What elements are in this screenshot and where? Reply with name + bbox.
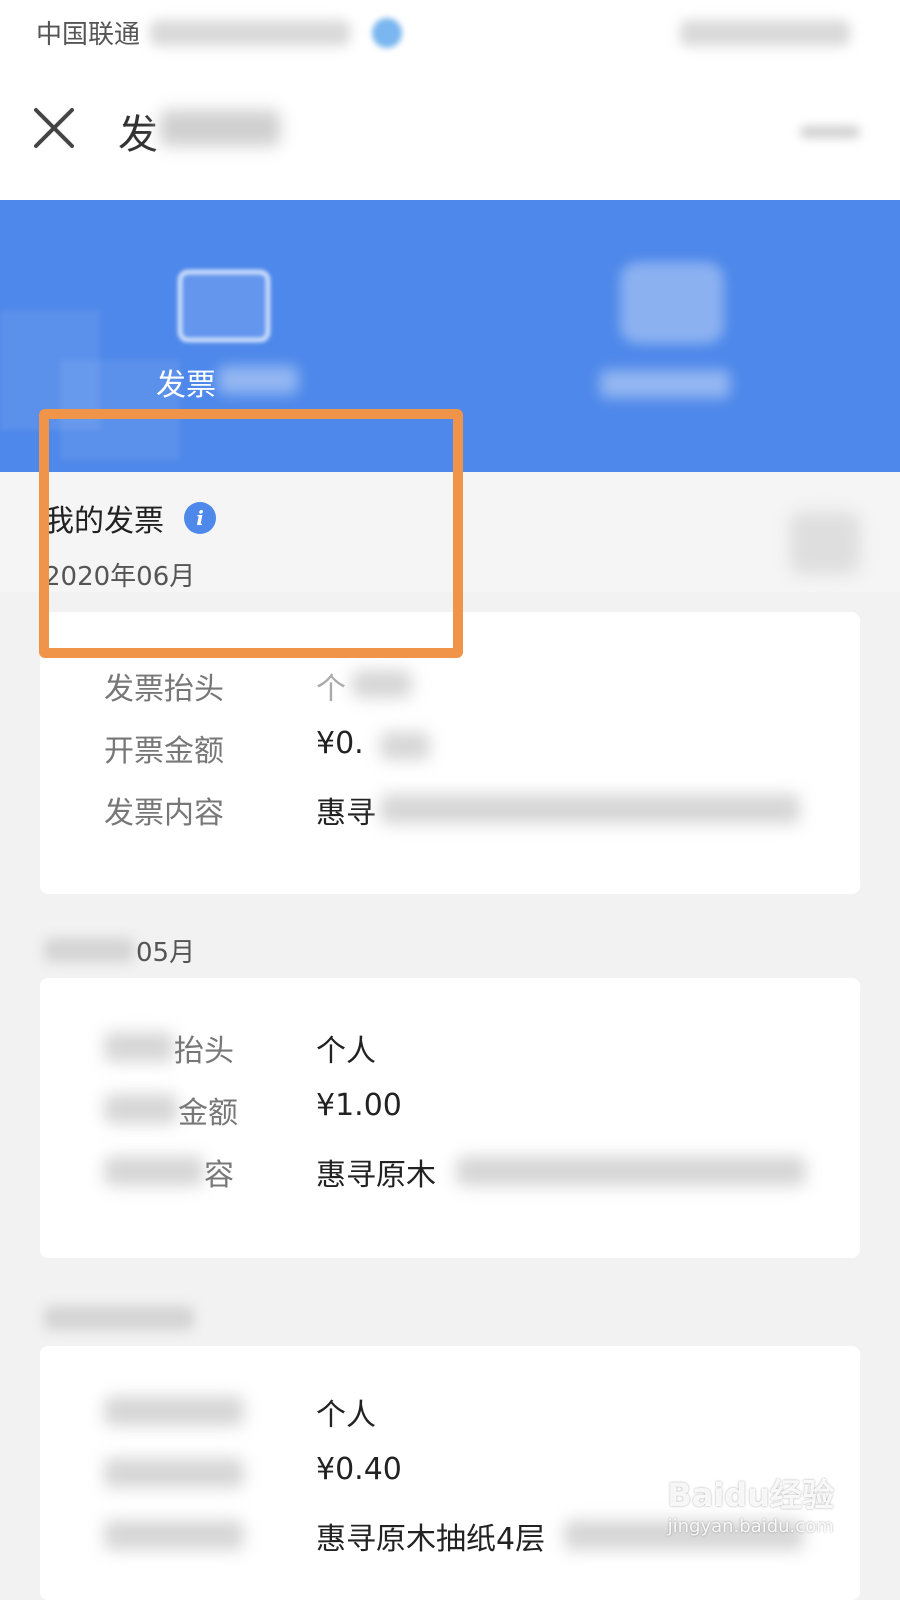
status-bar: 中国联通 (0, 0, 900, 64)
month-label-blurred (44, 1306, 194, 1330)
page-title: 发 (118, 112, 158, 158)
tab-invoice-label: 发票 (156, 368, 216, 403)
status-icons-left-blurred (150, 20, 350, 46)
tab-second-label-blurred (600, 370, 730, 398)
blurred-value (380, 732, 430, 760)
card-icon (620, 262, 724, 344)
field-label: 发票内容 (104, 796, 224, 831)
field-value: 惠寻 (316, 796, 376, 831)
month-label-blurred (44, 938, 134, 962)
blurred-label (104, 1094, 178, 1124)
blurred-value (456, 1156, 806, 1186)
field-value: ¥1.00 (316, 1088, 402, 1123)
field-value: 个 (316, 672, 346, 707)
blurred-label (104, 1458, 244, 1488)
month-label-may: 05月 (136, 938, 196, 968)
more-icon[interactable] (800, 126, 860, 138)
filter-icon[interactable] (790, 512, 860, 574)
highlight-box (39, 409, 463, 658)
status-icons-right-blurred (680, 20, 850, 46)
field-value: ¥0. (316, 726, 364, 761)
blurred-label (104, 1156, 204, 1186)
field-value: 惠寻原木 (316, 1158, 436, 1193)
field-label: 开票金额 (104, 734, 224, 769)
network-status-icon (372, 18, 402, 48)
blurred-label (104, 1396, 244, 1426)
carrier-name: 中国联通 (36, 20, 141, 50)
field-value: 个人 (316, 1034, 376, 1069)
blurred-label (104, 1032, 174, 1062)
watermark: Baidu经验 jingyan.baidu.com (667, 1470, 834, 1537)
page-title-blurred (160, 110, 280, 146)
tab-second[interactable] (540, 200, 840, 472)
field-value: 个人 (316, 1398, 376, 1433)
invoice-card[interactable]: 抬头 个人 金额 ¥1.00 容 惠寻原木 (40, 978, 860, 1258)
blurred-value (352, 670, 412, 698)
blurred-value (380, 794, 800, 824)
nav-bar: 发 (0, 64, 900, 200)
watermark-logo: Baidu经验 (667, 1476, 834, 1514)
watermark-url: jingyan.baidu.com (667, 1516, 834, 1537)
field-value: ¥0.40 (316, 1452, 402, 1487)
invoice-icon (178, 270, 270, 342)
field-value: 惠寻原木抽纸4层 (316, 1522, 546, 1557)
tab-invoice-label-blurred (218, 366, 298, 394)
close-icon[interactable] (32, 106, 76, 150)
blurred-label (104, 1520, 244, 1550)
field-label: 发票抬头 (104, 672, 224, 707)
